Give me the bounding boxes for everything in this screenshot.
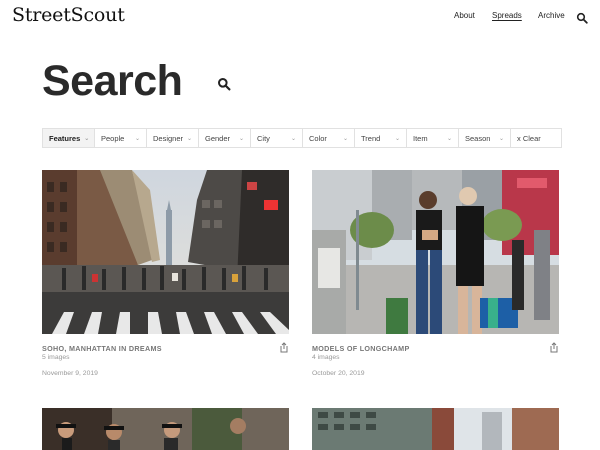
image-count: 5 images: [42, 354, 70, 361]
filter-features[interactable]: Features ⌄: [43, 129, 95, 147]
spread-image[interactable]: [312, 408, 559, 450]
spread-image[interactable]: [42, 170, 289, 334]
filter-label: Color: [309, 133, 327, 143]
chevron-down-icon: ⌄: [342, 135, 348, 142]
nav-link-about[interactable]: About: [454, 11, 475, 20]
spread-image[interactable]: [312, 170, 559, 334]
chevron-down-icon: ⌄: [187, 135, 193, 142]
spread-title[interactable]: MODELS OF LONGCHAMP: [312, 344, 410, 353]
clear-label: x Clear: [517, 133, 541, 143]
filter-label: Gender: [205, 133, 231, 143]
spread-date: October 20, 2019: [312, 370, 365, 377]
chevron-down-icon: ⌄: [290, 135, 296, 142]
share-icon[interactable]: [549, 340, 559, 353]
filter-gender[interactable]: Gender ⌄: [199, 129, 251, 147]
filter-bar: Features ⌄ People ⌄ Designer ⌄ Gender ⌄ …: [42, 128, 562, 148]
nav-link-spreads[interactable]: Spreads: [492, 11, 522, 20]
nav-link-archive[interactable]: Archive: [538, 11, 565, 20]
filter-people[interactable]: People ⌄: [95, 129, 147, 147]
filter-color[interactable]: Color ⌄: [303, 129, 355, 147]
filter-label: People: [101, 133, 125, 143]
spread-image[interactable]: [42, 408, 289, 450]
filter-trend[interactable]: Trend ⌄: [355, 129, 407, 147]
search-icon[interactable]: [217, 77, 231, 91]
filter-label: City: [257, 133, 270, 143]
share-icon[interactable]: [279, 340, 289, 353]
spread-card: [42, 408, 289, 450]
spread-card: [312, 408, 559, 450]
filter-label: Designer: [153, 133, 184, 143]
page-title: Search: [42, 57, 183, 105]
chevron-down-icon: ⌄: [446, 135, 452, 142]
filter-label: Features: [49, 133, 81, 143]
clear-filters-button[interactable]: x Clear: [511, 129, 561, 147]
filter-label: Item: [413, 133, 428, 143]
filter-item[interactable]: Item ⌄: [407, 129, 459, 147]
top-nav: About Spreads Archive: [0, 11, 600, 27]
image-count: 4 images: [312, 354, 340, 361]
filter-city[interactable]: City ⌄: [251, 129, 303, 147]
filter-season[interactable]: Season ⌄: [459, 129, 511, 147]
filter-label: Season: [465, 133, 491, 143]
filter-designer[interactable]: Designer ⌄: [147, 129, 199, 147]
spread-title[interactable]: SOHO, MANHATTAN IN DREAMS: [42, 344, 162, 353]
chevron-down-icon: ⌄: [134, 135, 140, 142]
chevron-down-icon: ⌄: [394, 135, 400, 142]
chevron-down-icon: ⌄: [238, 135, 244, 142]
chevron-down-icon: ⌄: [84, 135, 90, 142]
chevron-down-icon: ⌄: [498, 135, 504, 142]
filter-label: Trend: [361, 133, 381, 143]
spread-card: SOHO, MANHATTAN IN DREAMS 5 images Novem…: [42, 170, 289, 377]
search-icon[interactable]: [576, 11, 588, 24]
spread-card: MODELS OF LONGCHAMP 4 images October 20,…: [312, 170, 559, 377]
spread-date: November 9, 2019: [42, 370, 98, 377]
